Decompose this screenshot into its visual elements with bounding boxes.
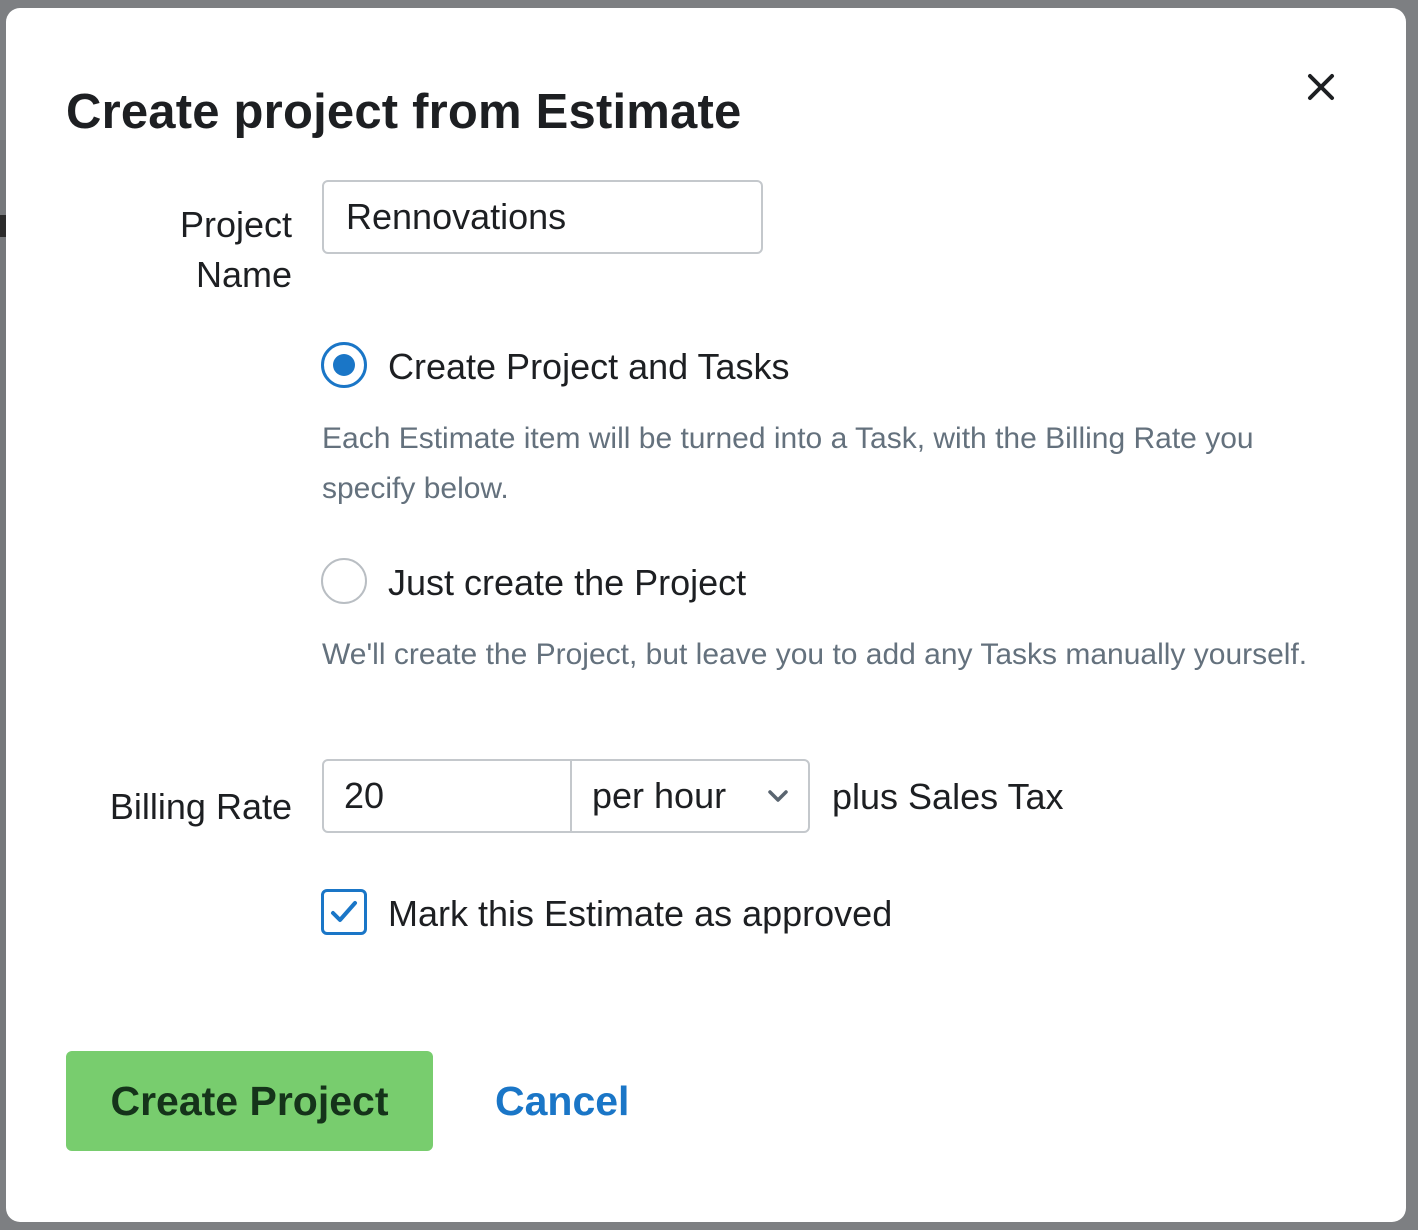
rate-unit-value: per hour <box>592 775 727 816</box>
approve-estimate-checkbox[interactable] <box>321 889 367 935</box>
create-project-dialog: Create project from Estimate Project Nam… <box>6 8 1406 1222</box>
create-project-and-tasks-description: Each Estimate item will be turned into a… <box>322 422 1254 505</box>
just-create-project-radio[interactable] <box>321 558 367 604</box>
create-project-and-tasks-radio[interactable] <box>321 342 367 388</box>
rate-unit-select[interactable]: per hour <box>572 761 808 831</box>
dialog-title: Create project from Estimate <box>66 85 742 139</box>
create-project-and-tasks-label[interactable]: Create Project and Tasks <box>388 342 790 392</box>
just-create-project-label[interactable]: Just create the Project <box>388 558 746 608</box>
project-name-input[interactable] <box>322 180 763 254</box>
billing-rate-label: Billing Rate <box>109 786 292 827</box>
billing-rate-input[interactable] <box>324 761 572 831</box>
radio-selected-dot <box>333 354 355 376</box>
create-project-button[interactable]: Create Project <box>66 1051 433 1151</box>
chevron-down-icon <box>768 790 788 802</box>
approve-estimate-label[interactable]: Mark this Estimate as approved <box>388 889 892 939</box>
checkmark-icon <box>331 901 357 922</box>
billing-rate-group: per hour <box>322 759 810 833</box>
close-icon <box>1308 74 1334 100</box>
project-name-label: Project Name <box>179 204 292 295</box>
just-create-project-description: We'll create the Project, but leave you … <box>322 638 1308 671</box>
cancel-button[interactable]: Cancel <box>495 1074 629 1128</box>
sales-tax-label: plus Sales Tax <box>832 776 1064 817</box>
close-button[interactable] <box>1302 68 1340 106</box>
